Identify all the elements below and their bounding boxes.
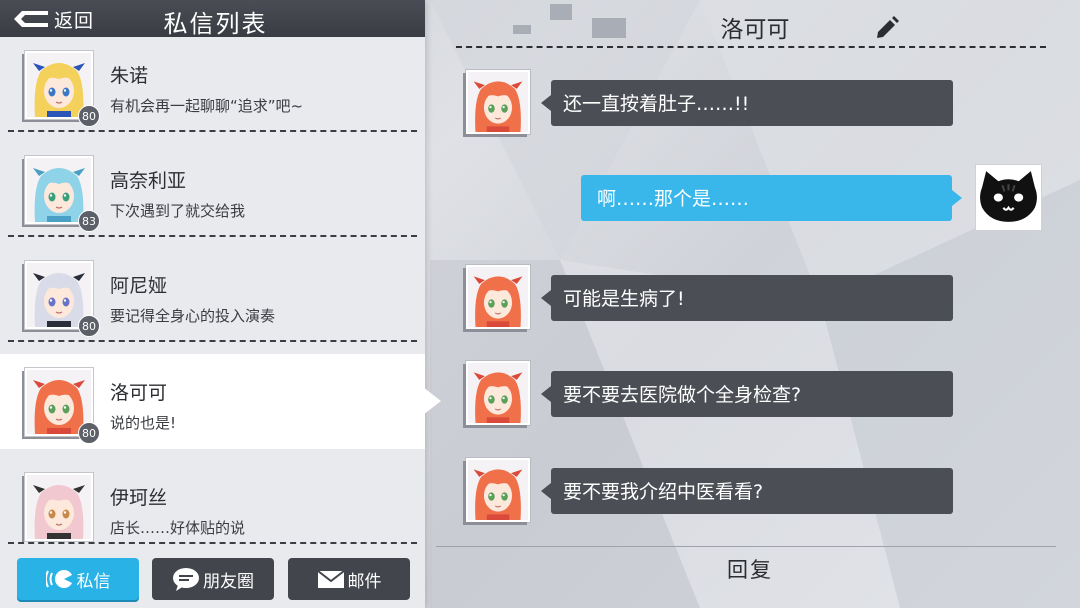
contact-name: 洛可可 xyxy=(110,382,168,404)
list-header: 返回 私信列表 xyxy=(0,0,425,38)
tab-mail-label: 邮件 xyxy=(347,571,382,592)
reply-button[interactable]: 回复 xyxy=(700,554,800,584)
header-decoration xyxy=(550,4,572,20)
contact-last-message: 要记得全身心的投入演奏 xyxy=(110,307,276,325)
tab-mail[interactable]: 邮件 xyxy=(288,558,410,600)
contact-last-message: 说的也是! xyxy=(110,414,177,432)
contact-avatar xyxy=(25,473,93,541)
contact-row-icus[interactable]: 伊珂丝 店长……好体贴的说 xyxy=(0,459,425,542)
contact-name: 朱诺 xyxy=(110,65,149,87)
pencil-icon[interactable] xyxy=(874,14,900,40)
character-portrait-icon xyxy=(27,475,91,539)
tab-friends-feed[interactable]: 朋友圈 xyxy=(152,558,274,600)
outgoing-message-bubble: 啊……那个是…… xyxy=(581,175,962,221)
list-title: 私信列表 xyxy=(163,10,268,38)
chat-header-divider xyxy=(456,46,1046,48)
header-decoration xyxy=(592,18,626,38)
incoming-message-bubble: 可能是生病了! xyxy=(541,275,953,321)
divider xyxy=(8,235,417,237)
incoming-message-bubble: 还一直按着肚子……!! xyxy=(541,80,953,126)
divider xyxy=(8,542,417,544)
tab-dm-label: 私信 xyxy=(76,571,111,592)
sender-avatar xyxy=(466,361,530,425)
reply-divider xyxy=(436,546,1056,547)
divider xyxy=(8,340,417,342)
contact-row-rococo[interactable]: 80 洛可可 说的也是! xyxy=(0,354,425,449)
incoming-message-bubble: 要不要我介绍中医看看? xyxy=(541,468,953,514)
character-portrait-icon xyxy=(468,267,528,327)
contact-name: 高奈利亚 xyxy=(110,170,187,192)
contact-row-anya[interactable]: 80 阿尼娅 要记得全身心的投入演奏 xyxy=(0,247,425,342)
contact-last-message: 店长……好体贴的说 xyxy=(110,519,246,537)
contact-last-message: 下次遇到了就交给我 xyxy=(110,202,246,220)
sender-avatar xyxy=(466,265,530,329)
level-badge: 80 xyxy=(78,315,100,337)
tab-friends-label: 朋友圈 xyxy=(203,571,254,592)
contact-name: 阿尼娅 xyxy=(110,275,168,297)
active-row-pointer xyxy=(423,387,441,415)
character-portrait-icon xyxy=(468,460,528,520)
level-badge: 83 xyxy=(78,210,100,232)
chat-title: 洛可可 xyxy=(720,17,790,43)
level-badge: 80 xyxy=(78,105,100,127)
speech-bubble-icon xyxy=(173,568,199,591)
character-portrait-icon xyxy=(468,363,528,423)
contact-last-message: 有机会再一起聊聊“追求”吧~ xyxy=(110,97,304,115)
chat-bubble-wave-icon xyxy=(45,570,74,588)
black-cat-icon xyxy=(980,171,1037,222)
contact-row-juno[interactable]: 80 朱诺 有机会再一起聊聊“追求”吧~ xyxy=(0,37,425,132)
sender-avatar xyxy=(466,70,530,134)
bottom-tab-bar: 私信 朋友圈 邮件 xyxy=(0,542,425,608)
contact-list: 80 朱诺 有机会再一起聊聊“追求”吧~ 83 高奈利亚 下次遇到了就交给我 8… xyxy=(0,37,425,542)
envelope-icon xyxy=(316,570,345,588)
header-decoration xyxy=(513,25,531,34)
contact-row-cornelia[interactable]: 83 高奈利亚 下次遇到了就交给我 xyxy=(0,142,425,237)
character-portrait-icon xyxy=(468,72,528,132)
incoming-message-bubble: 要不要去医院做个全身检查? xyxy=(541,371,953,417)
level-badge: 80 xyxy=(78,422,100,444)
player-avatar xyxy=(976,165,1041,230)
tab-direct-messages[interactable]: 私信 xyxy=(17,558,139,600)
divider xyxy=(8,130,417,132)
contact-name: 伊珂丝 xyxy=(110,487,168,509)
sender-avatar xyxy=(466,458,530,522)
conversation-list-panel: 返回 私信列表 80 朱诺 有机会再一起聊聊“追求”吧~ 83 高奈利亚 下次遇… xyxy=(0,0,425,608)
